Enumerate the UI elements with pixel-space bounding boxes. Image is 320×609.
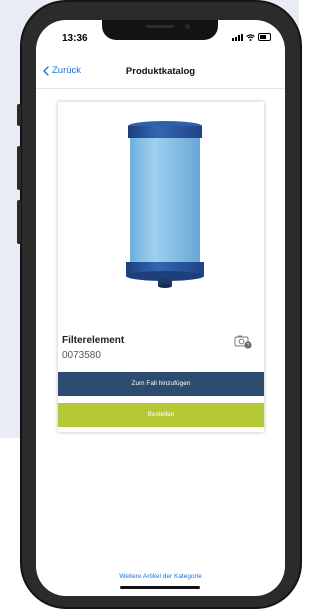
home-indicator[interactable] [120,586,200,589]
navigation-bar: Zurück Produktkatalog [36,56,285,89]
svg-text:?: ? [247,343,250,349]
notch [102,20,218,40]
product-number: 0073580 [62,350,101,361]
page-title: Produktkatalog [125,66,196,77]
order-button[interactable]: Bestellen [58,403,264,427]
volume-up-button [17,146,21,190]
product-name: Filterelement [62,335,125,346]
more-category-items-link[interactable]: Weitere Artikel der Kategorie [36,573,285,580]
status-time: 13:36 [62,33,88,44]
status-bar: 13:36 [36,20,285,56]
status-icons [232,33,271,41]
product-card: Filterelement 0073580 ? Zum Fall hinzufü… [58,102,264,432]
front-camera [185,24,190,29]
camera-icon[interactable]: ? [234,334,252,349]
battery-icon [258,33,271,41]
filter-cartridge-image[interactable] [110,112,220,298]
mute-switch [17,104,21,126]
phone-screen: 13:36 Zurück Produktkatalog Filterelemen… [36,20,285,596]
volume-down-button [17,200,21,244]
wifi-icon [246,33,255,41]
signal-icon [232,33,243,41]
speaker-grille [146,25,174,28]
add-to-case-button[interactable]: Zum Fall hinzufügen [58,372,264,396]
